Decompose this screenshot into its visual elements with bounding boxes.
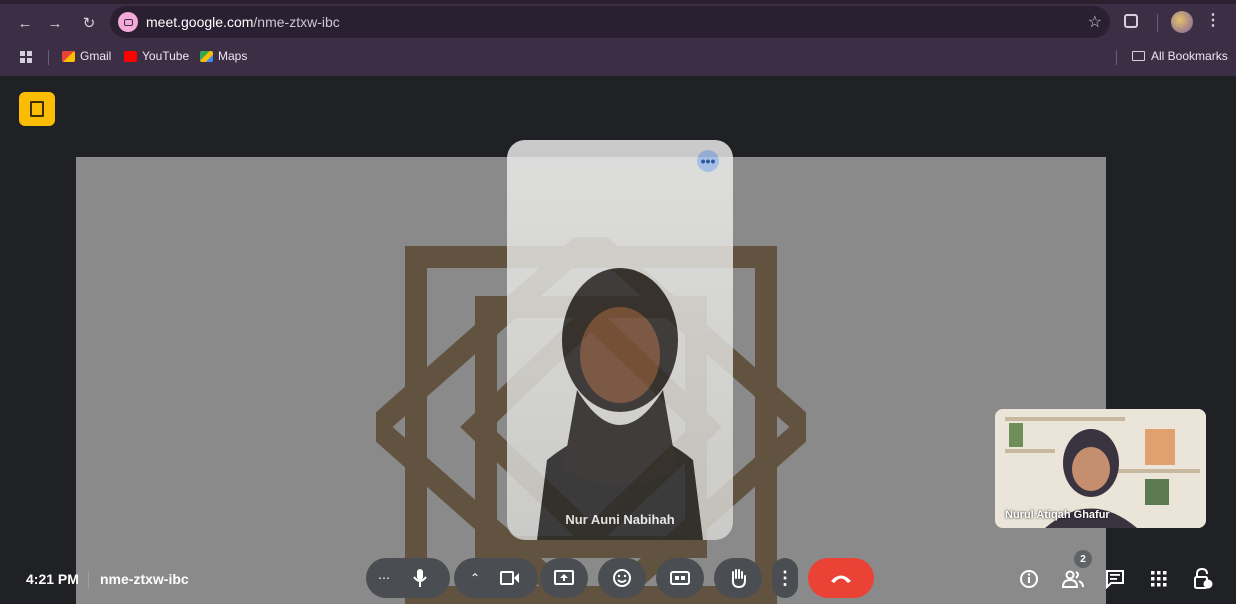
bookmark-label: Maps [218, 49, 248, 63]
camera-group: ⌃ [454, 558, 538, 598]
emoji-icon [613, 569, 631, 587]
raise-hand-icon [731, 569, 746, 588]
participant-tile-main[interactable]: ••• Nur Auni Nabihah [507, 140, 733, 540]
reactions-button[interactable] [598, 558, 646, 598]
url-text[interactable]: meet.google.com/nme-ztxw-ibc [146, 14, 340, 30]
bookmarks-divider [1116, 50, 1117, 65]
tile-options-button[interactable]: ••• [697, 150, 719, 172]
toolbar-divider [1157, 14, 1158, 32]
bookmark-youtube[interactable]: YouTube [124, 49, 189, 63]
participant-video [537, 268, 703, 540]
tabstrip-edge [0, 0, 1236, 4]
profile-avatar[interactable] [1171, 11, 1193, 33]
gmail-icon [62, 50, 75, 62]
camera-icon[interactable] [500, 570, 520, 586]
lock-person-icon [1194, 568, 1213, 589]
meeting-info-divider [88, 572, 89, 588]
extensions-icon[interactable] [1124, 14, 1138, 28]
more-vert-icon: ⋮ [776, 567, 794, 588]
bookmark-star-icon[interactable]: ☆ [1088, 12, 1102, 32]
self-participant-name: Nurul Atiqah Ghafur [1005, 509, 1110, 521]
participant-count-badge: 2 [1074, 550, 1092, 568]
apps-grid-icon [1151, 571, 1167, 587]
mic-options-icon[interactable]: ⋯ [378, 571, 390, 585]
self-view-tile[interactable]: Nurul Atiqah Ghafur [995, 409, 1206, 528]
bookmarks-divider [48, 50, 49, 65]
bookmark-maps[interactable]: Maps [200, 49, 247, 63]
leave-call-button[interactable] [808, 558, 874, 598]
chat-icon [1106, 570, 1124, 589]
address-bar[interactable]: meet.google.com/nme-ztxw-ibc ☆ [110, 6, 1110, 38]
bookmark-label: YouTube [142, 49, 190, 63]
browser-chrome: ← → ↻ meet.google.com/nme-ztxw-ibc ☆ ⋮ G… [0, 0, 1236, 76]
all-bookmarks-label: All Bookmarks [1151, 49, 1228, 63]
folder-icon [1132, 51, 1145, 61]
maps-icon [200, 50, 213, 62]
browser-menu-icon[interactable]: ⋮ [1205, 10, 1221, 30]
url-host: meet.google.com [146, 14, 254, 30]
chat-button[interactable] [1100, 564, 1130, 594]
door-icon [30, 101, 44, 117]
back-icon[interactable]: ← [14, 12, 36, 34]
people-button[interactable] [1058, 564, 1088, 594]
url-path: /nme-ztxw-ibc [253, 14, 340, 30]
bookmark-label: Gmail [80, 49, 112, 63]
bookmark-gmail[interactable]: Gmail [62, 49, 111, 63]
raise-hand-button[interactable] [714, 558, 762, 598]
microphone-group: ⋯ [366, 558, 450, 598]
all-bookmarks-button[interactable]: All Bookmarks [1132, 49, 1228, 63]
apps-grid-icon[interactable] [20, 51, 32, 63]
host-controls-button[interactable] [1188, 564, 1218, 594]
meeting-code: nme-ztxw-ibc [100, 571, 189, 587]
present-screen-icon [554, 570, 574, 585]
captions-button[interactable] [656, 558, 704, 598]
activities-button[interactable] [1144, 564, 1174, 594]
forward-icon[interactable]: → [44, 12, 66, 34]
meet-stage: ••• Nur Auni Nabihah Nurul Atiqah Ghafur [0, 76, 1236, 604]
meeting-details-button[interactable] [1014, 564, 1044, 594]
reload-icon[interactable]: ↻ [78, 12, 100, 34]
more-options-button[interactable]: ⋮ [772, 558, 798, 598]
people-icon [1062, 570, 1084, 588]
info-icon [1020, 570, 1038, 588]
site-info-icon[interactable] [118, 12, 138, 32]
call-controls-bar: 4:21 PM nme-ztxw-ibc ⋯ ⌃ ⋮ 2 [0, 550, 1236, 604]
present-button[interactable] [540, 558, 588, 598]
microphone-icon[interactable] [412, 568, 428, 588]
youtube-icon [124, 50, 137, 62]
camera-options-icon[interactable]: ⌃ [470, 571, 480, 585]
participant-name: Nur Auni Nabihah [565, 512, 675, 527]
side-panel-button[interactable] [19, 92, 55, 126]
hang-up-icon [831, 575, 851, 583]
captions-icon [670, 571, 690, 585]
meeting-time: 4:21 PM [26, 571, 79, 587]
bookmarks-bar: Gmail YouTube Maps All Bookmarks [0, 44, 1236, 72]
